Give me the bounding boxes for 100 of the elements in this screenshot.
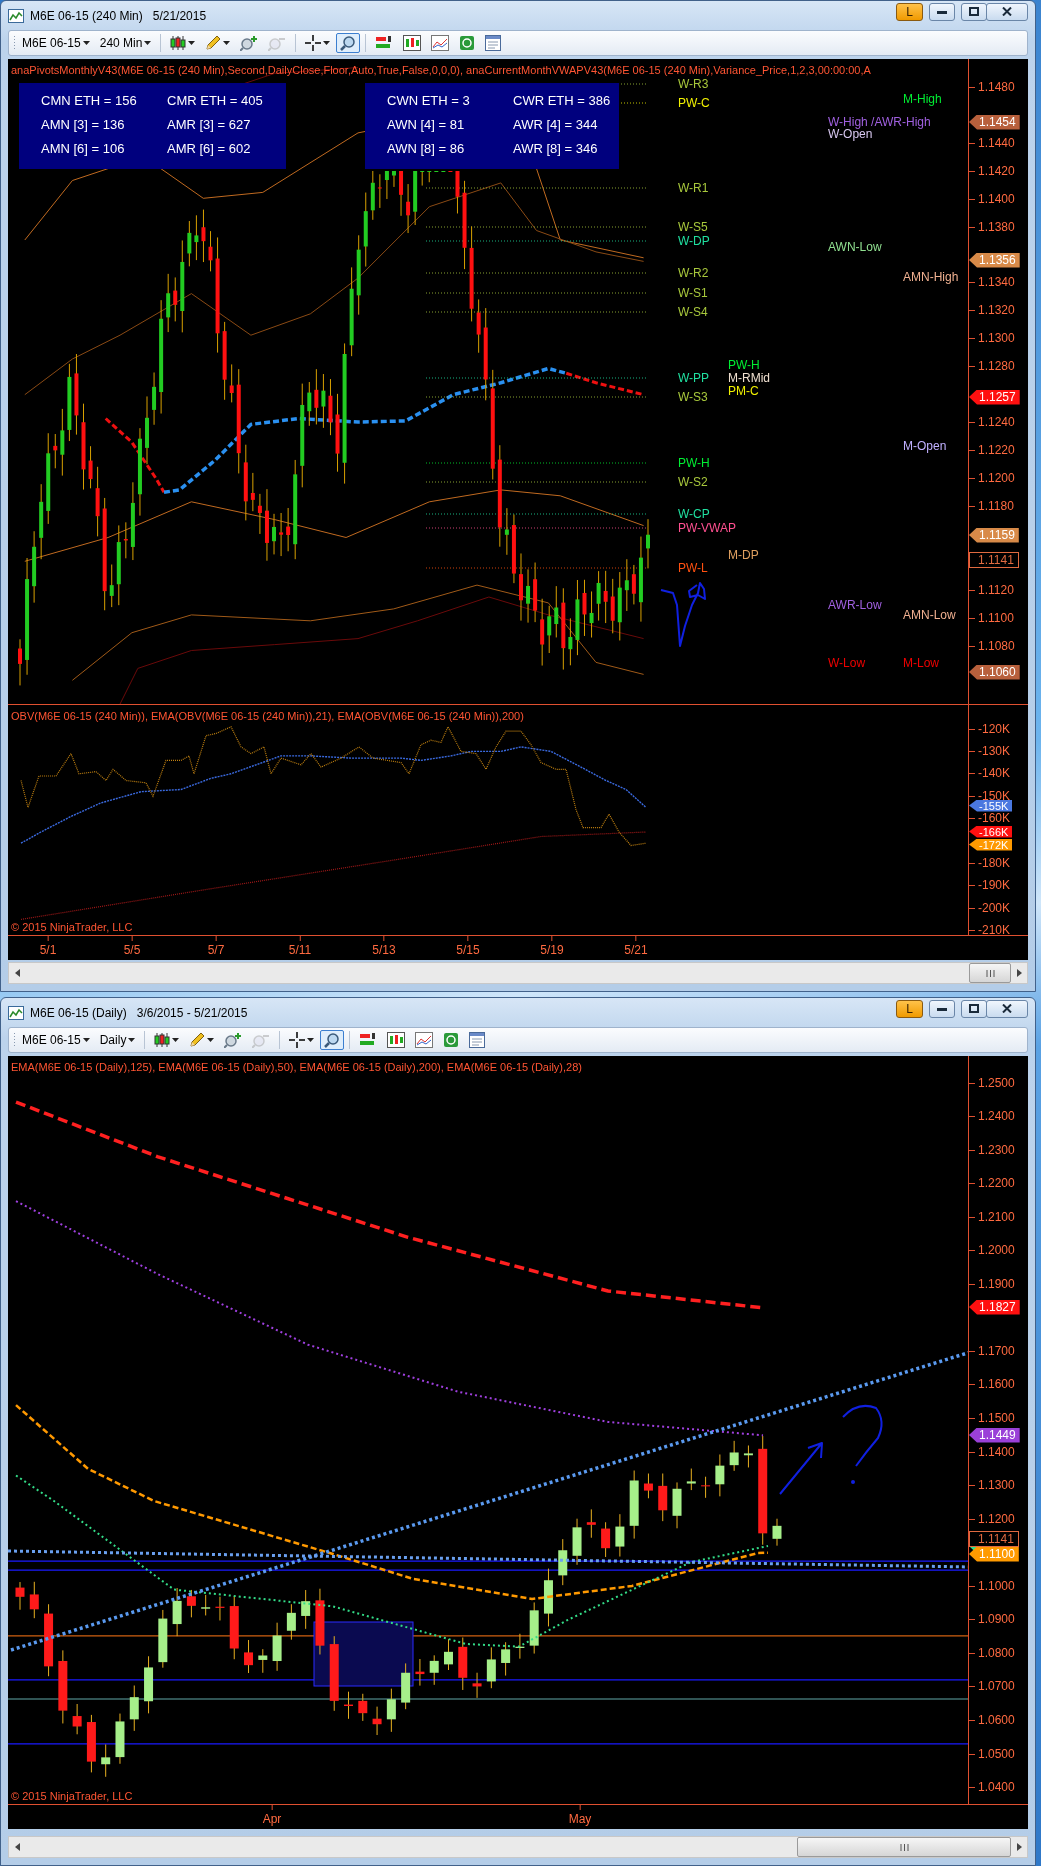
- date-label: May: [568, 1805, 592, 1826]
- info-text: AWR [8] = 346: [513, 141, 599, 156]
- axis-label: -200K: [969, 901, 1011, 915]
- level-label: W-DP: [678, 235, 710, 247]
- axis-label: 1.1420: [969, 164, 1015, 178]
- level-label: M-RMid: [728, 372, 770, 384]
- instrument-dropdown[interactable]: M6E 06-15: [18, 1030, 94, 1050]
- date-label: 5/19: [540, 936, 564, 957]
- info-text: AWR [4] = 344: [513, 117, 599, 132]
- info-text: AMR [6] = 602: [167, 141, 252, 156]
- price-marker: 1.1159: [969, 527, 1019, 543]
- axis-label: 1.1400: [969, 1445, 1015, 1459]
- axis-label: 1.1700: [969, 1344, 1015, 1358]
- level-label: W-High /AWR-High: [828, 116, 931, 128]
- axis-label: -120K: [969, 722, 1011, 736]
- link-button[interactable]: L: [896, 2, 923, 21]
- price-marker: 1.1449: [969, 1427, 1020, 1443]
- level-label: PW-VWAP: [678, 522, 736, 534]
- level-label: PW-C: [678, 97, 710, 109]
- level-label: AMN-High: [903, 271, 959, 283]
- indicator-caption: anaPivotsMonthlyV43(M6E 06-15 (240 Min),Second,DailyClose,Floor,Auto,True,False,0,0,0), anaCurrentMonthVWAPV43(M6E 06-15 (240 Min),Variance_Price,1,2,3,00:00:00,A: [11, 64, 871, 76]
- level-label: W-Open: [828, 128, 873, 140]
- level-label: AWN-Low: [828, 241, 882, 253]
- level-label: PM-C: [728, 385, 759, 397]
- info-text: AMN [6] = 106: [41, 141, 126, 156]
- level-label: W-S1: [678, 287, 708, 299]
- axis-label: -180K: [969, 856, 1011, 870]
- level-label: W-PP: [678, 372, 710, 384]
- price-marker: 1.1257: [969, 389, 1020, 405]
- axis-label: 1.1100: [969, 611, 1014, 625]
- level-label: W-R1: [678, 182, 709, 194]
- level-label: M-Open: [903, 440, 947, 452]
- copyright-text: © 2015 NinjaTrader, LLC: [11, 1790, 133, 1802]
- level-label: W-Low: [828, 657, 866, 669]
- axis-label: 1.1900: [969, 1277, 1015, 1291]
- date-label: 5/7: [207, 936, 225, 957]
- info-text: AMR [3] = 627: [167, 117, 252, 132]
- date-label: 5/13: [372, 936, 396, 957]
- price-marker: 1.1141: [969, 1530, 1019, 1547]
- date-label: 5/5: [123, 936, 141, 957]
- level-label: M-Low: [903, 657, 939, 669]
- axis-label: 1.2100: [969, 1210, 1015, 1224]
- level-label: W-CP: [678, 508, 710, 520]
- axis-label: 1.1000: [969, 1579, 1015, 1593]
- axis-label: 1.1500: [969, 1412, 1015, 1425]
- axis-label: 1.1200: [969, 1512, 1015, 1526]
- axis-label: 1.0600: [969, 1713, 1015, 1727]
- link-button[interactable]: L: [896, 999, 923, 1018]
- level-label: PW-H: [728, 359, 760, 371]
- window-title: M6E 06-15 (Daily): [30, 1005, 127, 1020]
- info-text: CMR ETH = 405: [167, 93, 264, 108]
- axis-label: 1.2500: [969, 1076, 1015, 1090]
- price-marker: -172K: [969, 838, 1013, 851]
- info-text: AMN [3] = 136: [41, 117, 126, 132]
- window-title: M6E 06-15 (240 Min): [30, 8, 143, 23]
- level-label: M-DP: [728, 549, 759, 561]
- date-label: 5/15: [456, 936, 480, 957]
- price-marker: 1.1060: [969, 664, 1020, 680]
- axis-label: 1.1120: [969, 583, 1014, 597]
- date-range: 5/21/2015: [152, 8, 207, 23]
- axis-label: 1.1380: [969, 220, 1015, 234]
- level-label: PW-H: [678, 457, 710, 469]
- date-label: Apr: [262, 1805, 282, 1826]
- axis-label: 1.2300: [969, 1143, 1015, 1157]
- indicator-caption: OBV(M6E 06-15 (240 Min)), EMA(OBV(M6E 06-15 (240 Min)),21), EMA(OBV(M6E 06-15 (240 Min)),200): [11, 710, 524, 722]
- interval-dropdown[interactable]: 240 Min: [95, 33, 156, 53]
- price-marker: 1.1827: [969, 1299, 1020, 1315]
- level-label: AMN-Low: [903, 609, 956, 621]
- info-text: CWR ETH = 386: [513, 93, 612, 108]
- level-label: W-S2: [678, 476, 708, 488]
- level-label: M-High: [903, 93, 942, 105]
- axis-label: 1.1400: [969, 192, 1015, 206]
- level-label: PW-L: [678, 562, 708, 574]
- info-text: CWN ETH = 3: [387, 93, 471, 108]
- info-text: AWN [8] = 86: [387, 141, 466, 156]
- copyright-text: © 2015 NinjaTrader, LLC: [11, 921, 133, 933]
- price-marker: -155K: [969, 799, 1013, 812]
- date-label: 5/21: [624, 936, 648, 957]
- indicator-caption: EMA(M6E 06-15 (Daily),125), EMA(M6E 06-15 (Daily),50), EMA(M6E 06-15 (Daily),200), EMA(M6E 06-15 (Daily),28): [11, 1061, 582, 1073]
- price-marker: -166K: [969, 825, 1013, 838]
- axis-label: 1.0800: [969, 1646, 1015, 1660]
- date-label: 5/11: [288, 936, 312, 957]
- price-marker: 1.1454: [969, 114, 1020, 130]
- price-marker: 1.1356: [969, 252, 1020, 268]
- date-range: 3/6/2015 - 5/21/2015: [136, 1005, 248, 1020]
- level-label: W-S4: [678, 306, 708, 318]
- axis-label: 1.1440: [969, 136, 1015, 150]
- level-label: AWR-Low: [828, 599, 882, 611]
- instrument-dropdown[interactable]: M6E 06-15: [18, 33, 94, 53]
- level-label: W-R2: [678, 267, 709, 279]
- axis-label: -130K: [969, 744, 1011, 758]
- interval-dropdown[interactable]: Daily: [95, 1030, 140, 1050]
- level-label: W-R3: [678, 78, 709, 90]
- date-label: 5/1: [39, 936, 57, 957]
- level-label: W-S5: [678, 221, 708, 233]
- info-text: CMN ETH = 156: [41, 93, 138, 108]
- axis-label: 1.1480: [969, 80, 1015, 94]
- price-marker: 1.1141: [969, 551, 1019, 568]
- level-label: W-S3: [678, 391, 708, 403]
- axis-label: 1.0500: [969, 1747, 1015, 1761]
